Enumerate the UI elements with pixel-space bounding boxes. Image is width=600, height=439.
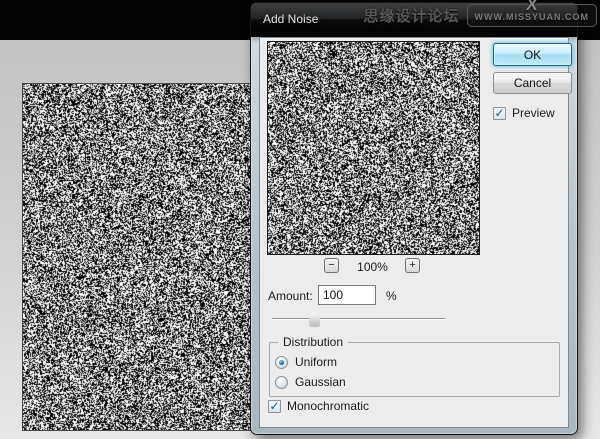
radio-gaussian[interactable]: Gaussian [275,375,346,389]
radio-button-gaussian[interactable] [275,376,288,389]
preview-checkbox[interactable]: ✓ [493,107,506,120]
noise-preview-thumbnail[interactable] [268,42,479,254]
watermark-site-name: 思缘设计论坛 [363,5,459,26]
missyuan-x-logo-icon: X [525,0,539,13]
monochromatic-label[interactable]: Monochromatic [287,399,369,413]
amount-label: Amount: [268,289,313,303]
monochromatic-checkbox-row[interactable]: ✓ Monochromatic [268,399,369,413]
dialog-title: Add Noise [263,12,318,26]
distribution-legend: Distribution [278,335,348,349]
preview-label[interactable]: Preview [512,106,555,120]
watermark-url-box: X WWW.MISSYUAN.COM [467,4,598,27]
monochromatic-checkbox[interactable]: ✓ [268,400,281,413]
radio-uniform-label[interactable]: Uniform [295,355,337,369]
amount-input[interactable] [318,285,376,305]
distribution-group: Distribution Uniform Gaussian [269,335,560,397]
amount-slider[interactable] [272,310,445,328]
radio-uniform[interactable]: Uniform [275,355,337,369]
ok-button[interactable]: OK [493,43,572,66]
radio-gaussian-label[interactable]: Gaussian [295,375,346,389]
zoom-out-button[interactable]: − [324,258,339,273]
watermark: 思缘设计论坛 X WWW.MISSYUAN.COM [363,4,597,27]
preview-checkbox-row[interactable]: ✓ Preview [493,106,555,120]
noise-preview-frame [267,41,480,255]
amount-unit-label: % [386,289,397,303]
radio-button-uniform[interactable] [275,356,288,369]
amount-slider-track[interactable] [272,318,445,320]
amount-slider-thumb[interactable] [309,312,320,327]
add-noise-dialog: Add Noise − 100% + Amount: % Distributio… [250,2,578,435]
zoom-level-label: 100% [345,260,400,274]
photoshop-workspace: 思缘设计论坛 X WWW.MISSYUAN.COM Add Noise − 10… [0,0,600,439]
cancel-button[interactable]: Cancel [493,72,572,94]
zoom-in-button[interactable]: + [405,258,420,273]
document-canvas-noise [23,84,250,430]
dialog-body: − 100% + Amount: % Distribution Uniform … [259,37,569,428]
